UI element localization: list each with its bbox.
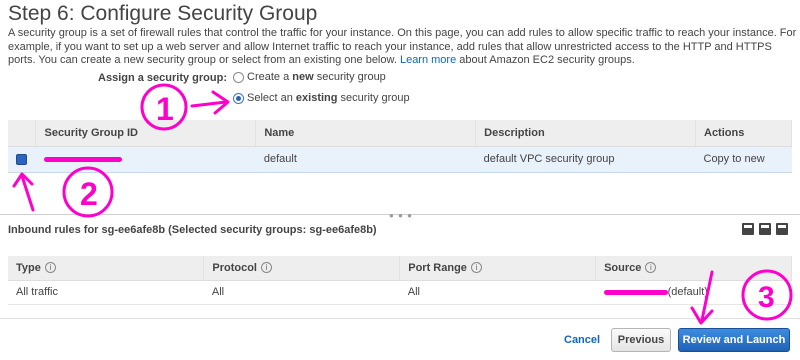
header-actions: Actions [695, 120, 792, 147]
security-group-table: Security Group ID Name Description Actio… [8, 120, 792, 173]
row-select-cell[interactable] [8, 145, 36, 173]
footer-divider [0, 318, 800, 319]
table-row: All traffic All All (default) [8, 280, 792, 305]
view-side-icon[interactable] [776, 223, 788, 235]
description-tail: about Amazon EC2 security groups. [459, 54, 635, 66]
page-description: A security group is a set of firewall ru… [8, 27, 798, 68]
cancel-button[interactable]: Cancel [564, 334, 600, 346]
header-security-group-id[interactable]: Security Group ID [35, 120, 257, 147]
protocol-cell: All [203, 280, 400, 305]
redaction-mark [603, 289, 668, 295]
page-title: Step 6: Configure Security Group [8, 2, 318, 25]
inbound-rules-title: Inbound rules for sg-ee6afe8b (Selected … [8, 224, 377, 236]
info-icon[interactable]: i [260, 262, 272, 274]
view-split-icon[interactable] [759, 223, 771, 235]
inbound-rules-header: Type i Protocol i Port Range i Source i [8, 256, 792, 281]
radio-create-new-label: Create a new security group [247, 71, 386, 83]
resize-grip-icon[interactable]: ● ● ● [389, 211, 413, 220]
annotation-step-2-label: 2 [80, 176, 98, 212]
header-protocol: Protocol i [203, 256, 401, 281]
port-range-cell: All [399, 280, 596, 305]
view-toggle-group [742, 223, 788, 235]
radio-select-existing-button[interactable] [233, 92, 244, 104]
info-icon[interactable]: i [470, 262, 482, 274]
radio-select-existing-label: Select an existing security group [247, 92, 410, 104]
info-icon[interactable]: i [645, 262, 657, 274]
table-row[interactable]: default default VPC security group Copy … [8, 145, 792, 173]
redaction-mark [43, 156, 122, 162]
source-cell: (default) [595, 280, 792, 305]
assign-label: Assign a security group: [98, 72, 227, 84]
assign-security-group-row: Assign a security group: Create a new se… [0, 71, 800, 104]
learn-more-link[interactable]: Learn more [400, 54, 456, 66]
row-checkbox[interactable] [16, 153, 27, 165]
security-group-id-cell [35, 145, 256, 173]
radio-create-new[interactable]: Create a new security group [233, 71, 386, 83]
header-type: Type i [8, 256, 205, 281]
description-cell: default VPC security group [475, 145, 696, 173]
annotation-step-2: 2 [12, 166, 114, 218]
header-description[interactable]: Description [475, 120, 696, 147]
header-name[interactable]: Name [255, 120, 477, 147]
copy-to-new-link[interactable]: Copy to new [695, 145, 792, 173]
radio-create-new-button[interactable] [233, 71, 244, 83]
previous-button[interactable]: Previous [611, 328, 671, 352]
type-cell: All traffic [8, 280, 204, 305]
info-icon[interactable]: i [44, 262, 56, 274]
view-bottom-icon[interactable] [742, 223, 754, 235]
name-cell: default [255, 145, 476, 173]
radio-select-existing[interactable]: Select an existing security group [233, 92, 410, 104]
header-source: Source i [595, 256, 792, 281]
header-port-range: Port Range i [399, 256, 597, 281]
security-group-table-header: Security Group ID Name Description Actio… [8, 120, 792, 147]
header-select [8, 120, 37, 147]
review-and-launch-button[interactable]: Review and Launch [678, 328, 790, 352]
inbound-rules-table: Type i Protocol i Port Range i Source i All … [8, 256, 792, 305]
